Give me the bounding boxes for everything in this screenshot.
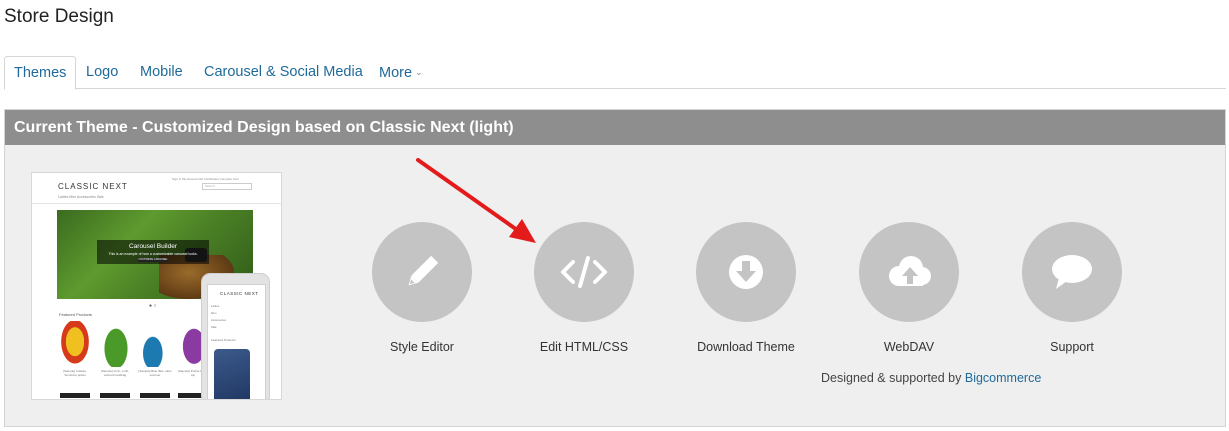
preview-product-handbag — [100, 321, 132, 367]
preview-mobile-menu-item: Ladies — [211, 304, 220, 308]
preview-product-button — [100, 393, 130, 398]
preview-featured-heading: Featured Products — [59, 312, 92, 317]
panel-header: Current Theme - Customized Design based … — [5, 110, 1225, 145]
preview-nav: Ladies Men Accessories Sale — [58, 195, 104, 199]
webdav-circle[interactable] — [859, 222, 959, 322]
preview-carousel-dots: ● ○ — [149, 303, 157, 309]
preview-product-label: [Sample] Blue flats, satin summer — [138, 369, 172, 377]
tab-label: More — [379, 65, 413, 81]
download-theme-label: Download Theme — [697, 340, 795, 354]
preview-product-flats — [140, 321, 172, 367]
style-editor-label: Style Editor — [390, 340, 454, 354]
page-title: Store Design — [4, 6, 114, 27]
speech-bubble-icon — [1052, 255, 1092, 289]
preview-search: Search — [202, 183, 252, 190]
tab-more[interactable]: More ⌄ — [379, 56, 423, 89]
preview-product-label: [Sample] Ionic, multi-colored handbag — [100, 369, 129, 377]
preview-product-jacket — [59, 321, 91, 367]
preview-carousel-subtitle: This is an example of how a customizable… — [108, 252, 198, 256]
tab-label: Mobile — [140, 64, 183, 80]
chevron-down-icon: ⌄ — [415, 67, 423, 77]
preview-mobile-logo: CLASSIC NEXT — [220, 291, 259, 296]
preview-mobile-menu-item: Men — [211, 311, 217, 315]
cloud-upload-icon — [889, 256, 931, 286]
theme-preview-thumbnail[interactable]: Sign in My Account Gift Certificates Com… — [31, 172, 282, 400]
preview-mobile-product-image — [214, 349, 250, 399]
preview-carousel-title: Carousel Builder — [128, 243, 178, 250]
preview-product-button — [140, 393, 170, 398]
tab-label: Themes — [14, 65, 67, 81]
code-icon — [561, 256, 607, 288]
preview-mobile-phone: CLASSIC NEXT Ladies Men Accessories Sale… — [201, 273, 270, 399]
preview-product-label: [Sample] Collette, Sunshine jacket — [63, 369, 87, 377]
credit-prefix: Designed & supported by — [821, 371, 962, 385]
preview-mobile-menu: Ladies Men Accessories Sale — [211, 303, 226, 331]
current-theme-panel: Current Theme - Customized Design based … — [4, 109, 1226, 427]
edit-html-css-label: Edit HTML/CSS — [539, 340, 629, 354]
preview-top-nav: Sign in My Account Gift Certificates Com… — [172, 177, 239, 181]
tab-carousel-social-media[interactable]: Carousel & Social Media — [204, 56, 363, 89]
preview-product-button — [60, 393, 90, 398]
support-circle[interactable] — [1022, 222, 1122, 322]
preview-carousel-button: CUSTOMIZE CAROUSEL — [138, 258, 168, 262]
tab-mobile[interactable]: Mobile — [140, 56, 183, 89]
tab-bar: Themes Logo Mobile Carousel & Social Med… — [4, 56, 1226, 90]
webdav-button[interactable]: WebDAV — [839, 222, 979, 354]
tab-themes[interactable]: Themes — [4, 56, 77, 90]
bigcommerce-link[interactable]: Bigcommerce — [965, 371, 1041, 385]
preview-mobile-menu-item: Sale — [211, 325, 217, 329]
preview-carousel-caption: Carousel Builder This is an example of h… — [97, 240, 209, 264]
preview-divider — [32, 203, 281, 204]
support-button[interactable]: Support — [1002, 222, 1142, 354]
edit-html-css-circle[interactable] — [534, 222, 634, 322]
tab-label: Carousel & Social Media — [204, 64, 363, 80]
preview-mobile-featured: Featured Products — [211, 338, 236, 342]
download-icon — [729, 255, 763, 289]
edit-html-css-button[interactable]: Edit HTML/CSS — [514, 222, 654, 354]
download-theme-circle[interactable] — [696, 222, 796, 322]
tab-logo[interactable]: Logo — [86, 56, 118, 89]
style-editor-button[interactable]: Style Editor — [352, 222, 492, 354]
style-editor-circle[interactable] — [372, 222, 472, 322]
pencil-icon — [408, 256, 438, 286]
webdav-label: WebDAV — [883, 340, 935, 354]
tab-label: Logo — [86, 64, 119, 80]
preview-mobile-menu-item: Accessories — [211, 318, 227, 322]
preview-mobile-screen: CLASSIC NEXT Ladies Men Accessories Sale… — [207, 284, 266, 399]
support-label: Support — [1050, 340, 1094, 354]
preview-logo: CLASSIC NEXT — [58, 182, 128, 191]
download-theme-button[interactable]: Download Theme — [676, 222, 816, 354]
credit-text: Designed & supported by Bigcommerce — [821, 371, 1041, 385]
